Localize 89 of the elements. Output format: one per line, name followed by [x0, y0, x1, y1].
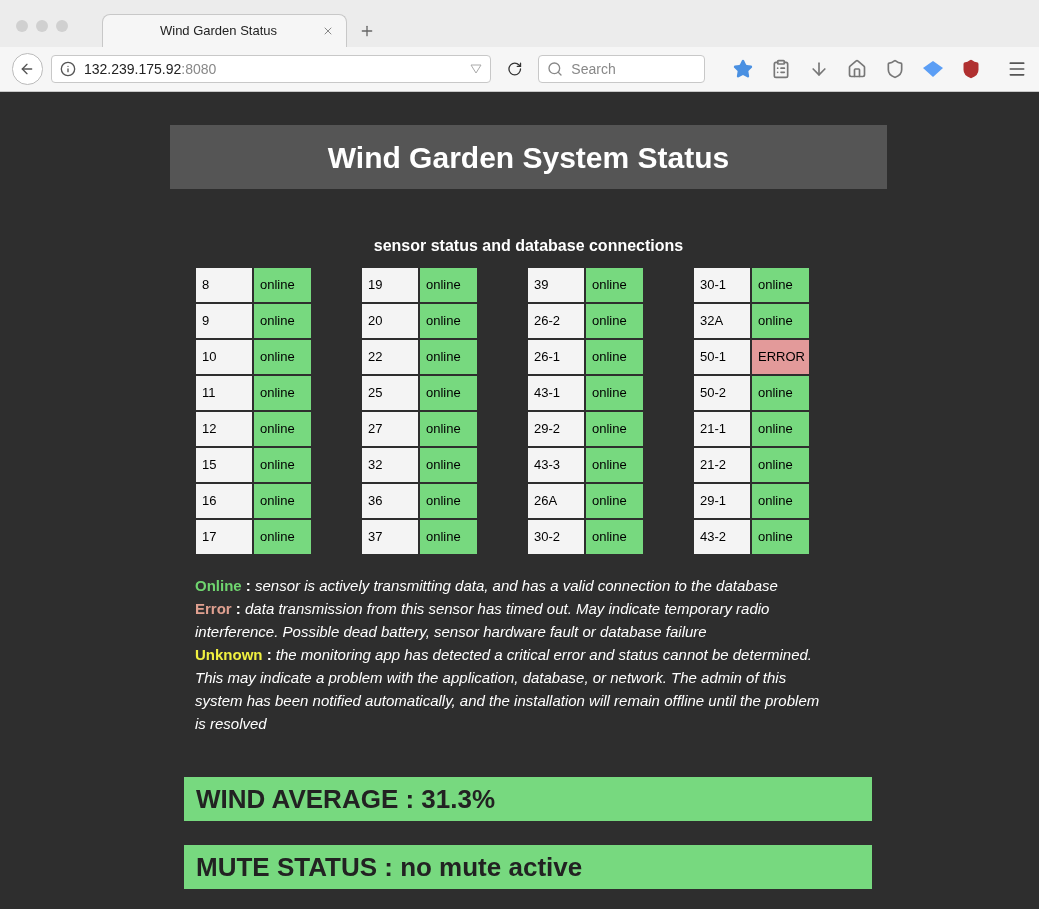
- sensor-id-cell: 50-1: [694, 340, 750, 374]
- url-text: 132.239.175.92:8080: [83, 59, 218, 79]
- sensor-id-cell: 50-2: [694, 376, 750, 410]
- status-cell: online: [752, 376, 809, 410]
- status-cell: online: [420, 412, 477, 446]
- status-cell: online: [420, 448, 477, 482]
- reload-icon[interactable]: [506, 61, 523, 77]
- sensor-id-cell: 22: [362, 340, 418, 374]
- status-cell: online: [586, 304, 643, 338]
- sensor-id-cell: 20: [362, 304, 418, 338]
- sensor-id-cell: 10: [196, 340, 252, 374]
- status-cell: online: [420, 520, 477, 554]
- menu-icon[interactable]: [1007, 59, 1027, 79]
- sensor-id-cell: 8: [196, 268, 252, 302]
- search-icon: [547, 61, 564, 77]
- status-cell: online: [752, 412, 809, 446]
- sensor-id-cell: 29-1: [694, 484, 750, 518]
- status-cell: online: [586, 376, 643, 410]
- sensor-id-cell: 43-3: [528, 448, 584, 482]
- status-cell: online: [420, 268, 477, 302]
- status-cell: online: [420, 304, 477, 338]
- sensor-id-cell: 25: [362, 376, 418, 410]
- sensor-id-cell: 27: [362, 412, 418, 446]
- dropdown-icon[interactable]: [469, 64, 482, 74]
- sensor-id-cell: 11: [196, 376, 252, 410]
- diamond-icon[interactable]: [923, 61, 943, 77]
- status-cell: online: [586, 268, 643, 302]
- status-banner: MUTE STATUS : no mute active: [184, 845, 872, 889]
- status-cell: online: [586, 340, 643, 374]
- sensor-id-cell: 21-2: [694, 448, 750, 482]
- tab-title: Wind Garden Status: [158, 22, 279, 41]
- section-heading: sensor status and database connections: [373, 237, 684, 254]
- sensor-id-cell: 16: [196, 484, 252, 518]
- status-cell: online: [254, 520, 311, 554]
- status-cell: online: [586, 520, 643, 554]
- status-cell: online: [254, 340, 311, 374]
- sensor-id-cell: 21-1: [694, 412, 750, 446]
- home-icon[interactable]: [847, 59, 867, 79]
- legend-text: Unknown : the monitoring app has detected a critical error and status cannot be determined. This may indicate a problem with the application, database, or network. The admin of this system has been notified automatically, and the installation will remain offline until the problem is resolved: [195, 645, 821, 734]
- status-banner: WIND AVERAGE : 31.3%: [184, 777, 872, 821]
- status-cell: online: [254, 484, 311, 518]
- new-tab-icon[interactable]: [359, 23, 375, 39]
- status-cell: online: [420, 340, 477, 374]
- status-cell: online: [586, 484, 643, 518]
- sensor-id-cell: 43-2: [694, 520, 750, 554]
- shield-icon[interactable]: [961, 59, 981, 79]
- search-placeholder: Search: [571, 59, 616, 79]
- status-cell: online: [420, 376, 477, 410]
- bookmark-star-icon[interactable]: [733, 59, 753, 79]
- sensor-id-cell: 30-2: [528, 520, 584, 554]
- sensor-id-cell: 43-1: [528, 376, 584, 410]
- status-cell: online: [752, 520, 809, 554]
- status-cell: online: [254, 448, 311, 482]
- sensor-id-cell: 26-1: [528, 340, 584, 374]
- close-icon[interactable]: [322, 25, 334, 37]
- status-cell: online: [254, 412, 311, 446]
- status-cell: online: [752, 484, 809, 518]
- page-title: Wind Garden System Status: [327, 139, 730, 176]
- status-cell: online: [254, 376, 311, 410]
- sensor-id-cell: 36: [362, 484, 418, 518]
- sensor-id-cell: 32: [362, 448, 418, 482]
- browser-tab[interactable]: Wind Garden Status: [102, 14, 347, 47]
- legend-text: Online : sensor is actively transmitting data, and has a valid connection to the database: [195, 576, 779, 596]
- sensor-id-cell: 15: [196, 448, 252, 482]
- status-cell: online: [420, 484, 477, 518]
- sensor-id-cell: 37: [362, 520, 418, 554]
- sensor-id-cell: 32A: [694, 304, 750, 338]
- sensor-id-cell: 26-2: [528, 304, 584, 338]
- sensor-id-cell: 26A: [528, 484, 584, 518]
- status-cell: ERROR: [752, 340, 809, 374]
- sensor-id-cell: 17: [196, 520, 252, 554]
- sensor-id-cell: 39: [528, 268, 584, 302]
- sensor-id-cell: 19: [362, 268, 418, 302]
- status-cell: online: [254, 304, 311, 338]
- status-cell: online: [586, 448, 643, 482]
- info-icon[interactable]: [59, 61, 76, 77]
- sensor-id-cell: 12: [196, 412, 252, 446]
- address-bar[interactable]: 132.239.175.92:8080: [50, 55, 491, 83]
- status-cell: online: [752, 304, 809, 338]
- reading-list-icon[interactable]: [771, 59, 791, 79]
- status-cell: online: [752, 448, 809, 482]
- status-cell: online: [254, 268, 311, 302]
- sensor-id-cell: 29-2: [528, 412, 584, 446]
- sensor-id-cell: 9: [196, 304, 252, 338]
- back-button[interactable]: [12, 53, 43, 85]
- search-field[interactable]: Search: [538, 55, 705, 83]
- sensor-id-cell: 30-1: [694, 268, 750, 302]
- status-cell: online: [752, 268, 809, 302]
- status-cell: online: [586, 412, 643, 446]
